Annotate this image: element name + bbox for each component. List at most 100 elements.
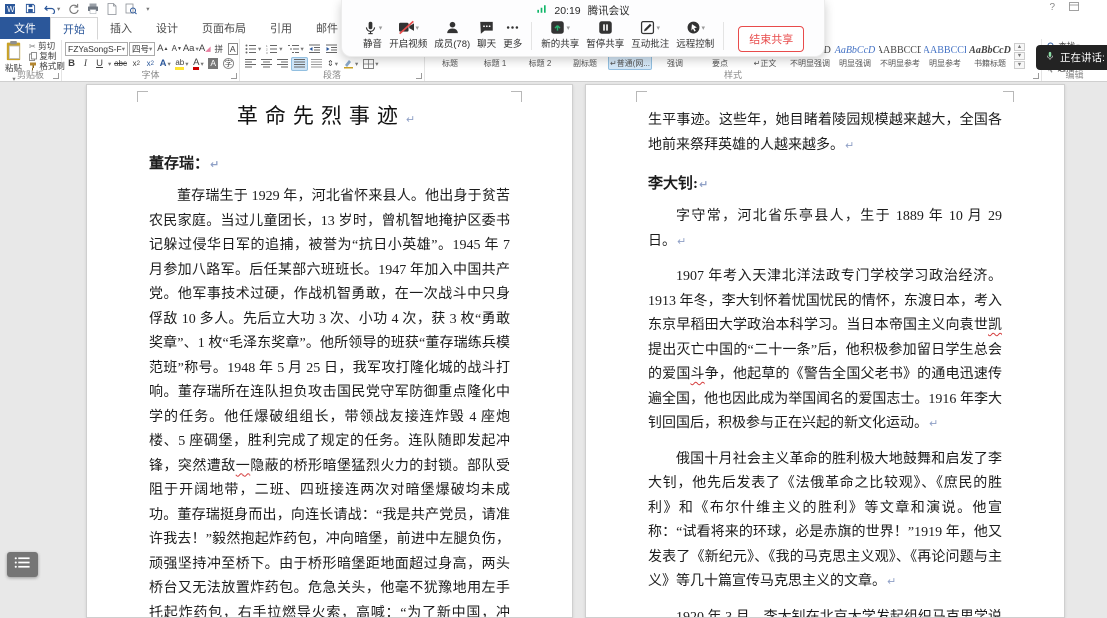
font-name-combo[interactable]: FZYaSongS-F▾ — [65, 42, 128, 56]
meeting-button-label: 远程控制 — [676, 36, 714, 50]
meeting-button-暂停共享[interactable]: 暂停共享 — [583, 19, 627, 50]
meeting-button-label: 更多 — [503, 36, 522, 50]
meeting-button-label: 成员(78) — [434, 36, 470, 50]
numbering-icon[interactable]: 123▾ — [264, 42, 284, 56]
printer-icon[interactable] — [87, 2, 99, 15]
paragraph: 字守常，河北省乐亭县人，生于 1889 年 10 月 29 日。↵ — [648, 205, 1002, 254]
paragraph-mark: ↵ — [845, 139, 854, 152]
style-card-不明显参考[interactable]: AABBCCD不明显参考 — [878, 42, 922, 70]
clear-formatting-icon[interactable]: A◢ — [198, 42, 211, 56]
chevron-down-icon[interactable]: ▾ — [566, 24, 570, 32]
style-card-明显强调[interactable]: AaBbCcD明显强调 — [833, 42, 877, 70]
signal-icon — [536, 4, 547, 17]
margin-crop-mark — [1003, 91, 1014, 102]
meeting-button-更多[interactable]: 更多 — [500, 19, 525, 50]
redo-icon[interactable] — [68, 2, 79, 15]
tab-文件[interactable]: 文件 — [0, 17, 50, 39]
margin-crop-mark — [511, 91, 522, 102]
paragraph-mark: ↵ — [677, 235, 686, 248]
print-preview-icon[interactable] — [125, 2, 137, 15]
meeting-button-聊天[interactable]: 聊天 — [474, 19, 499, 50]
pause-share-icon — [598, 19, 613, 36]
style-card-书籍标题[interactable]: AaBbCcD书籍标题 — [968, 42, 1012, 70]
style-card-明显参考[interactable]: AABBCCI明显参考 — [923, 42, 967, 70]
styles-gallery-scroll: ▲ ▼ ▼ — [1014, 41, 1025, 70]
bullets-icon[interactable]: ▾ — [243, 42, 263, 56]
style-sample: AABBCCI — [923, 43, 967, 58]
end-share-button[interactable]: 结束共享 — [738, 26, 804, 52]
phonetic-guide-icon[interactable]: 拼 — [212, 42, 225, 56]
toolbar-divider — [531, 22, 532, 50]
tab-引用[interactable]: 引用 — [258, 17, 304, 39]
ribbon-display-options-icon[interactable] — [1069, 2, 1079, 14]
meeting-button-label: 静音 — [363, 36, 382, 50]
svg-text:3: 3 — [266, 51, 268, 54]
microphone-icon: ▾ — [363, 19, 383, 36]
style-sample: AaBbCcD — [969, 43, 1011, 58]
undo-icon[interactable]: ▾ — [44, 2, 60, 15]
word-app-icon: W — [5, 2, 17, 15]
increase-indent-icon[interactable] — [324, 42, 340, 56]
decrease-indent-icon[interactable] — [307, 42, 323, 56]
gallery-down-icon[interactable]: ▼ — [1014, 52, 1025, 60]
paragraph-group-label: 段落 — [240, 68, 424, 81]
tab-页面布局[interactable]: 页面布局 — [190, 17, 258, 39]
annotation-icon: ▾ — [640, 19, 660, 36]
document-page-1[interactable]: 革命先烈事迹↵董存瑞：↵董存瑞生于 1929 年，河北省怀来县人。他出身于贫苦农… — [86, 84, 573, 618]
help-icon[interactable]: ? — [1049, 2, 1055, 14]
gallery-up-icon[interactable]: ▲ — [1014, 43, 1025, 51]
meeting-time: 20:19 — [554, 5, 580, 17]
meeting-button-开启视频[interactable]: ▾ 开启视频 — [386, 19, 430, 50]
paragraph-dialog-launcher[interactable] — [416, 73, 422, 79]
meeting-button-label: 暂停共享 — [586, 36, 624, 50]
multilevel-list-icon[interactable]: ▾ — [286, 42, 306, 56]
paragraph-mark: ↵ — [699, 178, 708, 191]
document-page-2[interactable]: 生平事迹。这些年，她目睹着陵园规模越来越大，全国各地前来祭拜英雄的人越来越多。↵… — [585, 84, 1065, 618]
paste-icon — [5, 41, 22, 61]
meeting-button-label: 互动批注 — [631, 36, 669, 50]
tab-开始[interactable]: 开始 — [50, 17, 98, 40]
meeting-app-name: 腾讯会议 — [588, 3, 630, 18]
meeting-button-远程控制[interactable]: ▾ 远程控制 — [673, 19, 717, 50]
new-document-icon[interactable] — [107, 2, 117, 15]
meeting-button-静音[interactable]: ▾ 静音 — [360, 19, 386, 50]
speaking-toast-text: 正在讲话: 刘伟 — [1060, 50, 1107, 65]
more-icon — [505, 19, 520, 36]
copy-icon — [29, 52, 37, 61]
paragraph: 董存瑞生于 1929 年，河北省怀来县人。他出身于贫苦农民家庭。当过儿童团长，1… — [149, 185, 510, 618]
font-group: FZYaSongS-F▾ 四号▾ A▲ A▼ Aa▾ A◢ 拼 A B I U▾… — [62, 39, 240, 81]
clipboard-group-label: 剪贴板 — [0, 68, 61, 81]
paragraph-mark: ↵ — [406, 113, 422, 126]
section-heading: 董存瑞：↵ — [149, 152, 510, 173]
customize-quick-access-icon[interactable]: ▾ — [145, 2, 149, 15]
change-case-icon[interactable]: Aa▾ — [184, 42, 197, 56]
tab-设计[interactable]: 设计 — [144, 17, 190, 39]
chevron-down-icon[interactable]: ▾ — [702, 24, 706, 32]
meeting-button-成员78[interactable]: 成员(78) — [431, 19, 473, 50]
chevron-down-icon[interactable]: ▾ — [416, 24, 420, 32]
chevron-down-icon[interactable]: ▾ — [656, 24, 660, 32]
margin-crop-mark — [137, 91, 148, 102]
meeting-button-互动批注[interactable]: ▾ 互动批注 — [628, 19, 672, 50]
speaking-toast: 正在讲话: 刘伟 — [1036, 45, 1107, 70]
new-share-icon: ▾ — [550, 19, 570, 36]
styles-dialog-launcher[interactable] — [1033, 73, 1039, 79]
annotation-panel-button[interactable] — [7, 552, 38, 577]
shrink-font-icon[interactable]: A▼ — [170, 42, 183, 56]
grow-font-icon[interactable]: A▲ — [156, 42, 169, 56]
tab-插入[interactable]: 插入 — [98, 17, 144, 39]
character-border-icon[interactable]: A — [226, 42, 239, 56]
chevron-down-icon[interactable]: ▾ — [379, 24, 383, 32]
meeting-button-label: 新的共享 — [541, 36, 579, 50]
save-icon[interactable] — [25, 2, 36, 15]
clipboard-dialog-launcher[interactable] — [53, 73, 59, 79]
members-icon — [445, 19, 460, 36]
chat-icon — [479, 19, 494, 36]
toast-microphone-icon — [1045, 50, 1055, 65]
meeting-button-label: 开启视频 — [389, 36, 427, 50]
meeting-button-新的共享[interactable]: ▾ 新的共享 — [538, 19, 582, 50]
paragraph: 俄国十月社会主义革命的胜利极大地鼓舞和启发了李大钊，他先后发表了《法俄革命之比较… — [648, 448, 1002, 595]
paragraph: 1907 年考入天津北洋法政专门学校学习政治经济。1913 年冬，李大钊怀着忧国… — [648, 265, 1002, 437]
font-dialog-launcher[interactable] — [231, 73, 237, 79]
font-size-combo[interactable]: 四号▾ — [129, 42, 155, 56]
